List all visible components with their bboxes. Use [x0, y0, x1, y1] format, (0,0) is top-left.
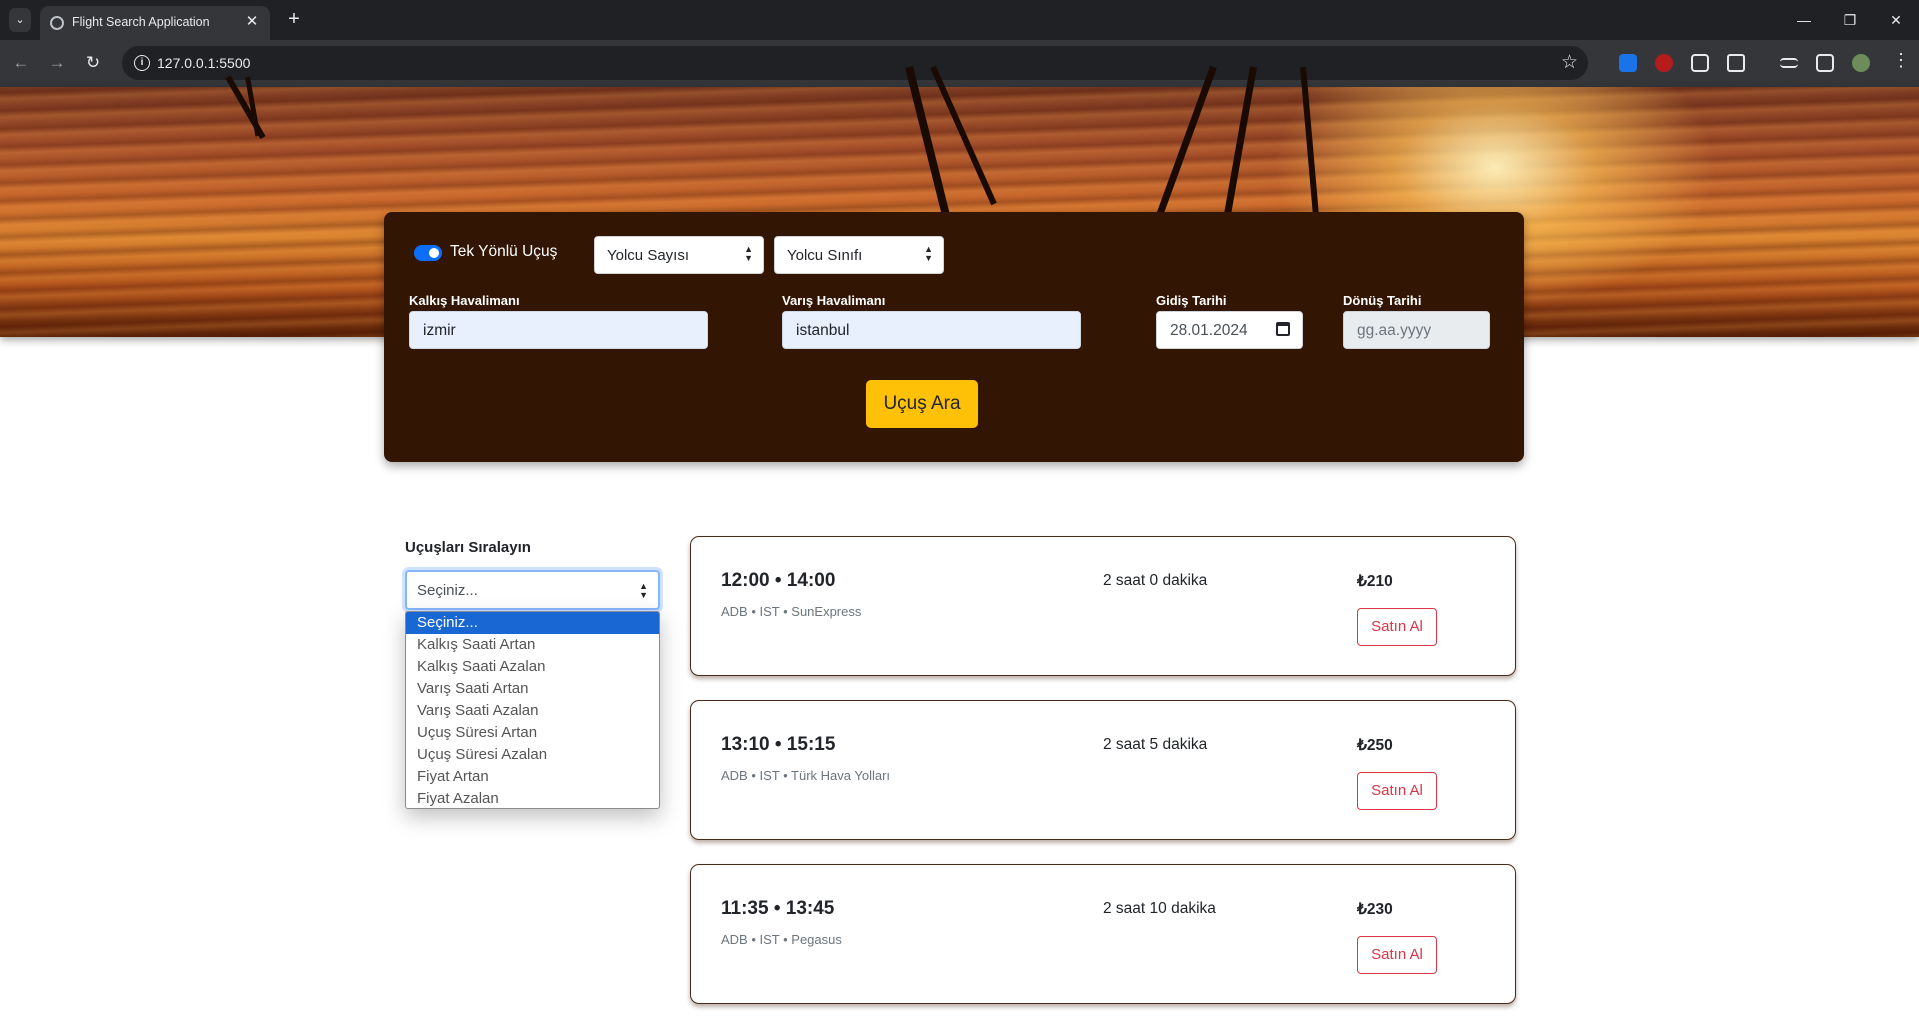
toggle-knob — [429, 248, 439, 258]
sort-option[interactable]: Varış Saati Azalan — [406, 700, 659, 722]
flight-price: ₺210 — [1357, 573, 1393, 590]
flight-result-card: 11:35 • 13:45 ADB • IST • Pegasus 2 saat… — [690, 864, 1516, 1004]
flight-duration: 2 saat 0 dakika — [1103, 572, 1208, 589]
flight-times: 13:10 • 15:15 — [721, 734, 836, 755]
extension-icon[interactable] — [1691, 54, 1709, 72]
buy-button[interactable]: Satın Al — [1357, 936, 1437, 974]
bookmark-star-icon[interactable]: ☆ — [1561, 51, 1578, 74]
sort-option[interactable]: Varış Saati Artan — [406, 678, 659, 700]
palm-leaf-shape — [1155, 65, 1217, 219]
new-tab-plus-icon[interactable]: + — [282, 8, 306, 32]
sort-select[interactable]: Seçiniz... ▲ ▼ — [405, 570, 660, 610]
extension-icon[interactable] — [1619, 54, 1637, 72]
departure-date-input[interactable]: 28.01.2024 — [1156, 311, 1303, 349]
sort-option[interactable]: Fiyat Artan — [406, 766, 659, 788]
sort-option[interactable]: Fiyat Azalan — [406, 788, 659, 808]
buy-button[interactable]: Satın Al — [1357, 608, 1437, 646]
browser-tab[interactable]: Flight Search Application ✕ — [40, 6, 270, 40]
sort-option[interactable]: Uçuş Süresi Azalan — [406, 744, 659, 766]
site-info-icon[interactable]: i — [134, 55, 150, 71]
restore-icon[interactable]: ❐ — [1832, 6, 1868, 34]
browser-menu-icon[interactable]: ⋮ — [1892, 50, 1910, 71]
flight-route: ADB • IST • Pegasus — [721, 932, 842, 947]
return-date-input: gg.aa.yyyy — [1343, 311, 1490, 349]
passenger-count-select[interactable]: Yolcu Sayısı ▲ ▼ — [594, 236, 764, 274]
ublock-icon[interactable] — [1655, 54, 1673, 72]
reading-list-icon[interactable] — [1780, 58, 1798, 68]
select-caret-icon: ▲ ▼ — [639, 581, 648, 600]
sort-option[interactable]: Uçuş Süresi Artan — [406, 722, 659, 744]
select-caret-icon: ▲ ▼ — [924, 244, 933, 263]
passenger-class-text: Yolcu Sınıfı — [787, 247, 863, 264]
one-way-toggle[interactable] — [414, 245, 442, 261]
departure-airport-input[interactable]: izmir — [409, 311, 708, 349]
flight-result-card: 13:10 • 15:15 ADB • IST • Türk Hava Yoll… — [690, 700, 1516, 840]
arrival-airport-value: istanbul — [796, 322, 850, 339]
arrival-airport-label: Varış Havalimanı — [782, 293, 886, 308]
extensions-puzzle-icon[interactable] — [1727, 54, 1745, 72]
close-window-icon[interactable]: ✕ — [1878, 6, 1914, 34]
sort-label: Uçuşları Sıralayın — [405, 539, 531, 556]
palm-leaf-shape — [1300, 66, 1320, 217]
flight-duration: 2 saat 5 dakika — [1103, 736, 1208, 753]
sort-dropdown-list: Seçiniz... Kalkış Saati Artan Kalkış Saa… — [405, 611, 660, 809]
tab-list-chevron-icon[interactable]: ⌄ — [9, 8, 31, 32]
flight-times: 11:35 • 13:45 — [721, 898, 835, 919]
url-text[interactable]: 127.0.0.1:5500 — [157, 55, 250, 71]
return-date-placeholder: gg.aa.yyyy — [1357, 322, 1432, 339]
flight-price: ₺250 — [1357, 737, 1393, 754]
tab-title: Flight Search Application — [72, 15, 210, 29]
sort-option[interactable]: Kalkış Saati Azalan — [406, 656, 659, 678]
sort-selected-text: Seçiniz... — [417, 582, 478, 599]
back-arrow-icon[interactable]: ← — [8, 50, 34, 76]
flight-result-card: 12:00 • 14:00 ADB • IST • SunExpress 2 s… — [690, 536, 1516, 676]
address-bar[interactable]: i 127.0.0.1:5500 ☆ — [122, 46, 1588, 80]
departure-date-value: 28.01.2024 — [1170, 322, 1248, 339]
flight-times: 12:00 • 14:00 — [721, 570, 836, 591]
sort-option[interactable]: Seçiniz... — [406, 612, 659, 634]
flight-search-form: Tek Yönlü Uçuş Yolcu Sayısı ▲ ▼ Yolcu Sın… — [384, 212, 1524, 462]
browser-tab-bar: ⌄ Flight Search Application ✕ + — ❐ ✕ — [0, 0, 1919, 40]
minimize-icon[interactable]: — — [1786, 6, 1822, 34]
arrival-airport-input[interactable]: istanbul — [782, 311, 1081, 349]
sort-option[interactable]: Kalkış Saati Artan — [406, 634, 659, 656]
globe-icon — [50, 16, 64, 30]
side-panel-icon[interactable] — [1816, 54, 1834, 72]
reload-icon[interactable]: ↻ — [80, 50, 106, 76]
departure-airport-value: izmir — [423, 322, 456, 339]
select-caret-icon: ▲ ▼ — [744, 244, 753, 263]
passenger-count-text: Yolcu Sayısı — [607, 247, 689, 264]
flight-route: ADB • IST • Türk Hava Yolları — [721, 768, 891, 783]
buy-button[interactable]: Satın Al — [1357, 772, 1437, 810]
forward-arrow-icon[interactable]: → — [44, 50, 70, 76]
flight-route: ADB • IST • SunExpress — [721, 604, 862, 619]
browser-toolbar: ← → ↻ i 127.0.0.1:5500 ☆ ⋮ — [0, 40, 1919, 87]
departure-airport-label: Kalkış Havalimanı — [409, 293, 520, 308]
flight-duration: 2 saat 10 dakika — [1103, 900, 1216, 917]
one-way-label: Tek Yönlü Uçuş — [450, 243, 558, 260]
passenger-class-select[interactable]: Yolcu Sınıfı ▲ ▼ — [774, 236, 944, 274]
palm-leaf-shape — [1220, 66, 1257, 236]
flight-price: ₺230 — [1357, 901, 1393, 918]
calendar-icon[interactable] — [1276, 322, 1290, 336]
close-tab-icon[interactable]: ✕ — [242, 12, 262, 32]
profile-avatar[interactable] — [1852, 54, 1870, 72]
departure-date-label: Gidiş Tarihi — [1156, 293, 1227, 308]
return-date-label: Dönüş Tarihi — [1343, 293, 1422, 308]
search-flights-button[interactable]: Uçuş Ara — [866, 380, 978, 428]
